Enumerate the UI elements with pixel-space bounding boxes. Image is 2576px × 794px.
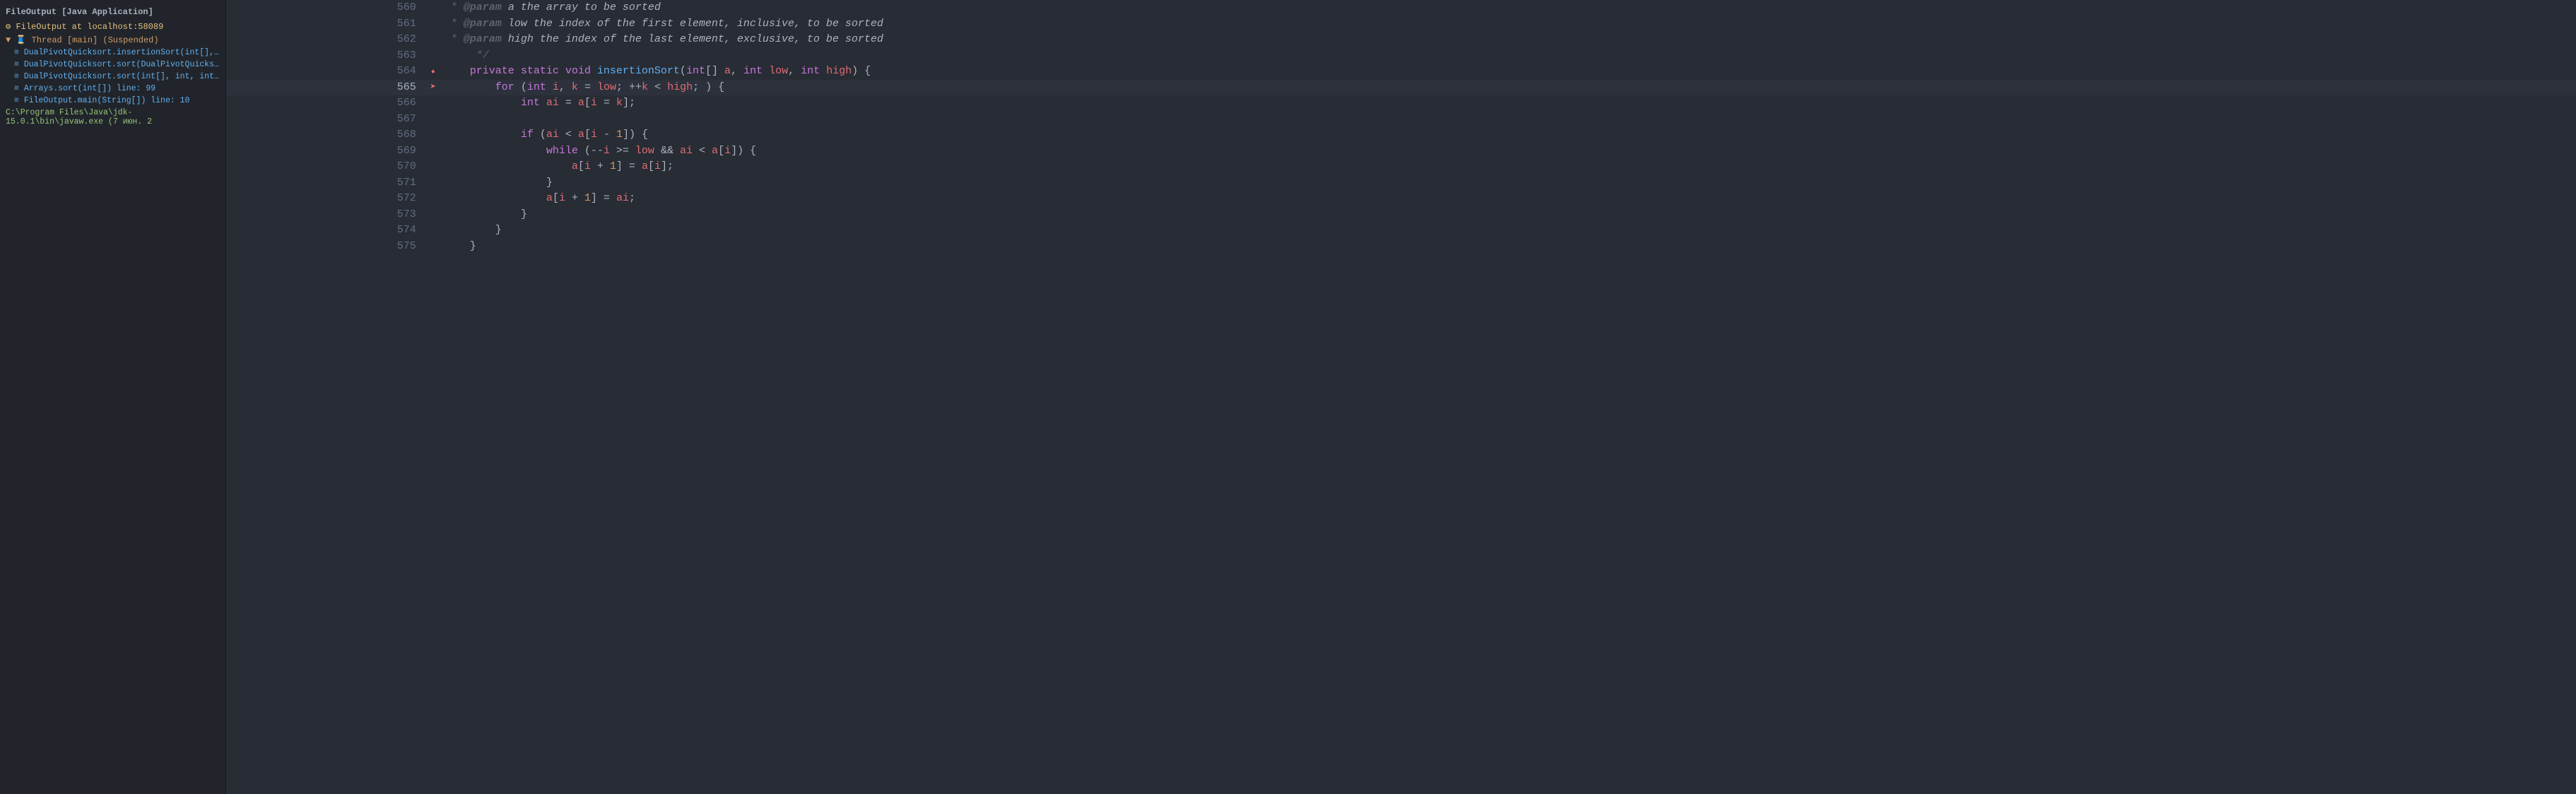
table-row: 569 while (--i >= low && ai < a[i]) { bbox=[226, 143, 2576, 160]
line-marker bbox=[428, 95, 439, 112]
line-content: while (--i >= low && ai < a[i]) { bbox=[439, 143, 2576, 160]
stack-icon: ≡ bbox=[14, 72, 19, 81]
code-panel[interactable]: 560 * @param a the array to be sorted 56… bbox=[226, 0, 2576, 794]
line-number: 571 bbox=[226, 175, 428, 191]
table-row: 566 int ai = a[i = k]; bbox=[226, 95, 2576, 112]
stack-icon: ≡ bbox=[14, 96, 19, 105]
line-marker bbox=[428, 48, 439, 64]
sidebar: FileOutput [Java Application] ⚙ FileOutp… bbox=[0, 0, 226, 794]
line-number: 572 bbox=[226, 191, 428, 207]
line-content: } bbox=[439, 223, 2576, 239]
line-marker: ➤ bbox=[428, 80, 439, 96]
stack-frame-3[interactable]: ≡ Arrays.sort(int[]) line: 99 bbox=[0, 83, 225, 95]
process-icon: ⚙ bbox=[6, 22, 11, 32]
line-content: private static void insertionSort(int[] … bbox=[439, 64, 2576, 80]
line-number: 561 bbox=[226, 16, 428, 32]
thread-item[interactable]: ▼ 🧵 Thread [main] (Suspended) bbox=[0, 33, 225, 47]
line-number: 563 bbox=[226, 48, 428, 64]
line-marker bbox=[428, 207, 439, 223]
line-number: 575 bbox=[226, 239, 428, 255]
line-marker bbox=[428, 175, 439, 191]
code-table: 560 * @param a the array to be sorted 56… bbox=[226, 0, 2576, 254]
line-content: for (int i, k = low; ++k < high; ) { bbox=[439, 80, 2576, 96]
debug-arrow-icon: ➤ bbox=[430, 82, 436, 93]
line-marker bbox=[428, 191, 439, 207]
line-number: 569 bbox=[226, 143, 428, 160]
table-row: 560 * @param a the array to be sorted bbox=[226, 0, 2576, 16]
stack-frame-2[interactable]: ≡ DualPivotQuicksort.sort(int[], int, in… bbox=[0, 71, 225, 83]
line-number: 570 bbox=[226, 159, 428, 175]
line-marker: ● bbox=[428, 64, 439, 80]
table-row: 561 * @param low the index of the first … bbox=[226, 16, 2576, 32]
line-content: int ai = a[i = k]; bbox=[439, 95, 2576, 112]
stack-frame-4[interactable]: ≡ FileOutput.main(String[]) line: 10 bbox=[0, 95, 225, 107]
line-marker bbox=[428, 159, 439, 175]
stack-icon: ≡ bbox=[14, 48, 19, 57]
line-marker bbox=[428, 0, 439, 16]
line-content: if (ai < a[i - 1]) { bbox=[439, 127, 2576, 143]
line-number: 565 bbox=[226, 80, 428, 96]
line-content: */ bbox=[439, 48, 2576, 64]
line-marker bbox=[428, 112, 439, 128]
table-row: 570 a[i + 1] = a[i]; bbox=[226, 159, 2576, 175]
vm-item: C:\Program Files\Java\jdk-15.0.1\bin\jav… bbox=[0, 107, 225, 128]
table-row: 571 } bbox=[226, 175, 2576, 191]
process-item[interactable]: ⚙ FileOutput at localhost:58089 bbox=[0, 20, 225, 33]
line-content bbox=[439, 112, 2576, 128]
line-marker bbox=[428, 143, 439, 160]
line-number: 574 bbox=[226, 223, 428, 239]
stack-icon: ≡ bbox=[14, 60, 19, 69]
line-content: } bbox=[439, 239, 2576, 255]
app-title: FileOutput [Java Application] bbox=[0, 4, 225, 20]
line-content: } bbox=[439, 175, 2576, 191]
thread-icon: ▼ 🧵 bbox=[6, 35, 26, 45]
table-row: 562 * @param high the index of the last … bbox=[226, 32, 2576, 48]
line-content: * @param high the index of the last elem… bbox=[439, 32, 2576, 48]
line-number: 562 bbox=[226, 32, 428, 48]
line-content: * @param low the index of the first elem… bbox=[439, 16, 2576, 32]
table-row: 575 } bbox=[226, 239, 2576, 255]
table-row: 567 bbox=[226, 112, 2576, 128]
line-content: a[i + 1] = a[i]; bbox=[439, 159, 2576, 175]
line-content: * @param a the array to be sorted bbox=[439, 0, 2576, 16]
table-row: 568 if (ai < a[i - 1]) { bbox=[226, 127, 2576, 143]
line-content: a[i + 1] = ai; bbox=[439, 191, 2576, 207]
breakpoint-marker[interactable]: ● bbox=[431, 69, 435, 76]
line-marker bbox=[428, 239, 439, 255]
table-row: 563 */ bbox=[226, 48, 2576, 64]
line-content: } bbox=[439, 207, 2576, 223]
stack-icon: ≡ bbox=[14, 84, 19, 93]
line-marker bbox=[428, 127, 439, 143]
line-number: 573 bbox=[226, 207, 428, 223]
line-marker bbox=[428, 16, 439, 32]
stack-frame-0[interactable]: ≡ DualPivotQuicksort.insertionSort(int[]… bbox=[0, 47, 225, 59]
line-number: 568 bbox=[226, 127, 428, 143]
line-number: 564 bbox=[226, 64, 428, 80]
line-marker bbox=[428, 223, 439, 239]
table-row-current: 565 ➤ for (int i, k = low; ++k < high; )… bbox=[226, 80, 2576, 96]
table-row: 564 ● private static void insertionSort(… bbox=[226, 64, 2576, 80]
table-row: 574 } bbox=[226, 223, 2576, 239]
table-row: 572 a[i + 1] = ai; bbox=[226, 191, 2576, 207]
line-marker bbox=[428, 32, 439, 48]
table-row: 573 } bbox=[226, 207, 2576, 223]
line-number: 566 bbox=[226, 95, 428, 112]
stack-frame-1[interactable]: ≡ DualPivotQuicksort.sort(DualPivotQuick… bbox=[0, 59, 225, 71]
line-number: 560 bbox=[226, 0, 428, 16]
line-number: 567 bbox=[226, 112, 428, 128]
